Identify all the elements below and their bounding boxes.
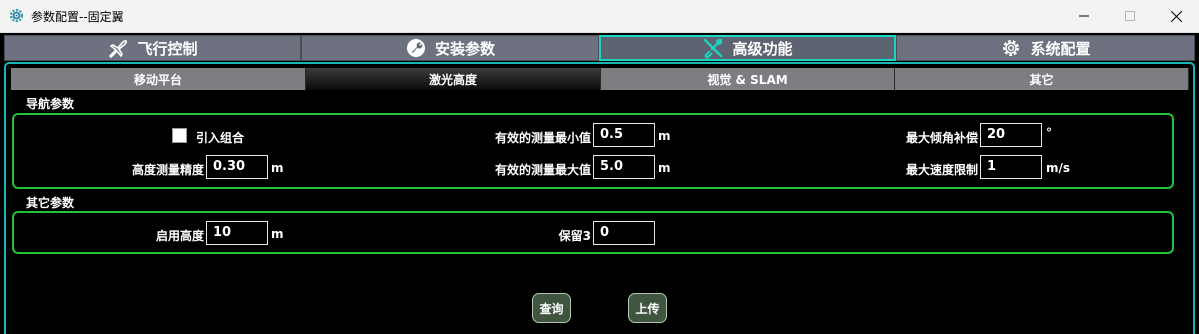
subtab-other[interactable]: 其它 (895, 68, 1189, 90)
min-valid-unit: m (658, 129, 671, 143)
max-speed-label: 最大速度限制 (905, 163, 978, 177)
reserved3-label: 保留3 (558, 229, 591, 243)
enable-combo-checkbox[interactable] (172, 128, 187, 143)
maximize-button (1107, 0, 1153, 32)
max-speed-input[interactable]: 1 (980, 155, 1042, 179)
content-panel: 移动平台 激光高度 视觉 & SLAM 其它 导航参数 引入组合 高度测量精度 … (4, 62, 1195, 334)
max-tilt-label: 最大倾角补偿 (905, 131, 978, 145)
max-valid-input[interactable]: 5.0 (593, 155, 655, 179)
subtab-mobile-platform-label: 移动平台 (133, 72, 182, 87)
subtab-laser-height[interactable]: 激光高度 (306, 68, 601, 90)
tab-system-config[interactable]: 系统配置 (896, 35, 1195, 61)
upload-button-label: 上传 (635, 301, 660, 316)
max-valid-label: 有效的测量最大值 (494, 163, 591, 177)
gear-icon (1003, 40, 1020, 56)
tab-flight-control[interactable]: 飞行控制 (4, 35, 301, 61)
tab-install-params[interactable]: 安装参数 (301, 35, 599, 61)
max-tilt-input[interactable]: 20 (980, 123, 1042, 147)
maximize-icon (1125, 11, 1135, 21)
minimize-icon (1079, 15, 1089, 17)
tab-install-params-label: 安装参数 (434, 39, 495, 58)
tools-icon (704, 38, 723, 59)
tab-advanced-functions[interactable]: 高级功能 (599, 35, 896, 61)
close-icon (1170, 10, 1182, 22)
subtab-vision-slam[interactable]: 视觉 & SLAM (601, 68, 895, 90)
query-button-label: 查询 (539, 301, 564, 316)
height-precision-label: 高度测量精度 (131, 163, 204, 177)
subtab-laser-height-label: 激光高度 (428, 72, 477, 87)
min-valid-input[interactable]: 0.5 (593, 123, 655, 147)
nav-group-title: 导航参数 (26, 97, 75, 111)
upload-button[interactable]: 上传 (628, 293, 667, 323)
enable-height-input[interactable]: 10 (206, 221, 268, 245)
height-precision-input[interactable]: 0.30 (206, 155, 268, 179)
max-tilt-unit: ° (1046, 126, 1052, 140)
tab-flight-control-label: 飞行控制 (137, 39, 198, 58)
max-speed-unit: m/s (1046, 161, 1071, 175)
main-tab-bar: 飞行控制 安装参数 高级功能 系统配置 (4, 35, 1195, 61)
other-group-title: 其它参数 (26, 196, 75, 210)
sub-tab-bar: 移动平台 激光高度 视觉 & SLAM 其它 (11, 68, 1189, 90)
client-area: 飞行控制 安装参数 高级功能 系统配置 移动平台 激光高度 视觉 & SLAM … (0, 33, 1199, 334)
tab-system-config-label: 系统配置 (1030, 39, 1091, 58)
max-valid-unit: m (658, 161, 671, 175)
enable-height-unit: m (271, 227, 284, 241)
wrench-icon (406, 39, 425, 57)
min-valid-label: 有效的测量最小值 (494, 131, 591, 145)
subtab-vision-slam-label: 视觉 & SLAM (707, 72, 788, 87)
enable-combo-label: 引入组合 (196, 131, 245, 145)
query-button[interactable]: 查询 (532, 293, 571, 323)
close-button[interactable] (1153, 0, 1199, 32)
enable-height-label: 启用高度 (155, 229, 204, 243)
height-precision-unit: m (271, 161, 284, 175)
app-gear-icon (9, 8, 24, 23)
subtab-mobile-platform[interactable]: 移动平台 (11, 68, 306, 90)
window-title: 参数配置--固定翼 (31, 10, 124, 24)
airplane-icon (109, 39, 128, 58)
reserved3-input[interactable]: 0 (593, 221, 655, 245)
minimize-button[interactable] (1061, 0, 1107, 32)
title-bar: 参数配置--固定翼 (0, 0, 1199, 33)
tab-advanced-functions-label: 高级功能 (732, 39, 793, 58)
subtab-other-label: 其它 (1029, 72, 1054, 87)
